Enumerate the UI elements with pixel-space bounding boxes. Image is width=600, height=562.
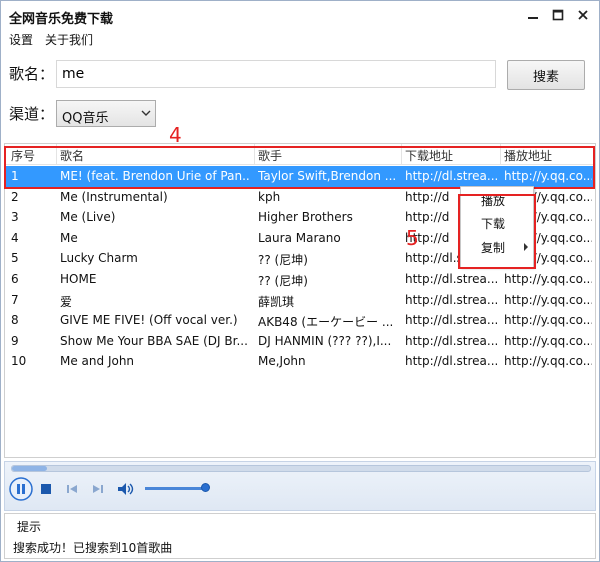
volume-slider-track[interactable] — [145, 487, 207, 490]
cell-title: HOME — [60, 272, 97, 286]
table-row[interactable]: 9 Show Me Your BBA SAE (DJ Br... DJ HANM… — [5, 331, 595, 352]
seek-bar[interactable] — [11, 465, 591, 472]
next-icon — [93, 485, 103, 493]
channel-label: 渠道： — [9, 105, 55, 123]
cell-artist: Me,John — [258, 354, 306, 369]
cell-no: 7 — [11, 292, 19, 307]
table-row[interactable]: 10 Me and John Me,John http://dl.strea..… — [5, 351, 595, 372]
volume-slider-handle[interactable] — [201, 483, 210, 492]
next-button[interactable] — [91, 482, 105, 496]
table-row[interactable]: 6 HOME ?? (尼坤) http://dl.strea... http:/… — [5, 269, 595, 290]
window-title: 全网音乐免费下载 — [9, 12, 114, 27]
cell-artist: DJ HANMIN (??? ??),I... — [258, 333, 392, 348]
previous-icon — [67, 485, 77, 493]
cell-download-url: http://dl.strea... — [405, 354, 497, 369]
volume-button[interactable] — [117, 481, 135, 497]
annotation-box-5 — [458, 194, 536, 269]
annotation-marker-5: 5 — [406, 226, 419, 250]
cell-artist: Laura Marano — [258, 230, 341, 245]
cell-title: 爱 — [60, 294, 73, 309]
cell-play-url: http://y.qq.co... — [504, 313, 592, 328]
table-row[interactable]: 8 GIVE ME FIVE! (Off vocal ver.) AKB48 (… — [5, 310, 595, 331]
status-title: 提示 — [17, 520, 42, 534]
cell-no: 4 — [11, 230, 19, 245]
media-player — [4, 461, 596, 511]
cell-artist: ?? (尼坤) — [258, 274, 308, 288]
cell-no: 9 — [11, 333, 19, 348]
cell-title: Me (Instrumental) — [60, 189, 168, 204]
minimize-button[interactable] — [522, 5, 544, 25]
chevron-down-icon — [141, 110, 151, 116]
close-icon — [578, 10, 588, 20]
app-window: 全网音乐免费下载 设置 关于我们 歌名： 搜素 渠道： QQ音乐 序号 歌名 歌… — [0, 0, 600, 562]
cell-artist: kph — [258, 189, 281, 204]
cell-title: Show Me Your BBA SAE (DJ Br... — [60, 333, 248, 348]
stop-icon — [41, 484, 51, 494]
pause-icon — [9, 477, 33, 501]
cell-title: Me and John — [60, 354, 135, 369]
cell-play-url: http://y.qq.co... — [504, 333, 592, 348]
cell-title: Me (Live) — [60, 210, 116, 225]
cell-play-url: http://y.qq.co... — [504, 354, 592, 369]
maximize-icon — [552, 9, 564, 21]
pause-button[interactable] — [9, 477, 33, 501]
minimize-icon — [528, 17, 538, 19]
speaker-icon — [118, 483, 134, 495]
channel-selected-value: QQ音乐 — [62, 111, 109, 126]
cell-no: 8 — [11, 313, 19, 328]
cell-no: 2 — [11, 189, 19, 204]
close-button[interactable] — [572, 5, 594, 25]
cell-download-url: http://dl.strea... — [405, 313, 497, 328]
previous-button[interactable] — [65, 482, 79, 496]
seek-bar-fill — [12, 466, 47, 471]
cell-play-url: http://y.qq.co... — [504, 292, 592, 307]
channel-select[interactable]: QQ音乐 — [56, 100, 156, 127]
cell-artist: AKB48 (エーケービー ... — [258, 315, 394, 330]
annotation-box-4 — [4, 146, 595, 189]
cell-download-url: http://dl.strea... — [405, 333, 497, 348]
search-input[interactable] — [56, 60, 496, 88]
maximize-button[interactable] — [547, 5, 569, 25]
cell-artist: ?? (尼坤) — [258, 253, 308, 268]
menu-settings[interactable]: 设置 — [9, 31, 33, 48]
cell-download-url: http://dl.strea... — [405, 272, 497, 286]
status-message: 搜索成功！已搜索到10首歌曲 — [13, 541, 173, 555]
status-panel: 提示 搜索成功！已搜索到10首歌曲 — [4, 513, 596, 559]
cell-no: 3 — [11, 210, 19, 225]
cell-artist: 薛凯琪 — [258, 294, 295, 309]
cell-no: 5 — [11, 251, 19, 266]
cell-title: Lucky Charm — [60, 251, 138, 266]
song-name-label: 歌名： — [9, 65, 55, 83]
search-button[interactable]: 搜素 — [507, 60, 585, 90]
cell-artist: Higher Brothers — [258, 210, 353, 225]
cell-play-url: http://y.qq.co... — [504, 272, 592, 286]
title-bar: 全网音乐免费下载 — [1, 1, 599, 29]
stop-button[interactable] — [39, 482, 53, 496]
cell-title: GIVE ME FIVE! (Off vocal ver.) — [60, 313, 238, 328]
cell-title: Me — [60, 230, 78, 245]
table-row[interactable]: 7 爱 薛凯琪 http://dl.strea... http://y.qq.c… — [5, 290, 595, 311]
annotation-marker-4: 4 — [169, 123, 182, 147]
menu-bar: 设置 关于我们 — [1, 29, 599, 49]
menu-about[interactable]: 关于我们 — [45, 31, 93, 48]
cell-download-url: http://dl.strea... — [405, 292, 497, 307]
cell-no: 10 — [11, 354, 27, 369]
cell-no: 6 — [11, 272, 19, 286]
